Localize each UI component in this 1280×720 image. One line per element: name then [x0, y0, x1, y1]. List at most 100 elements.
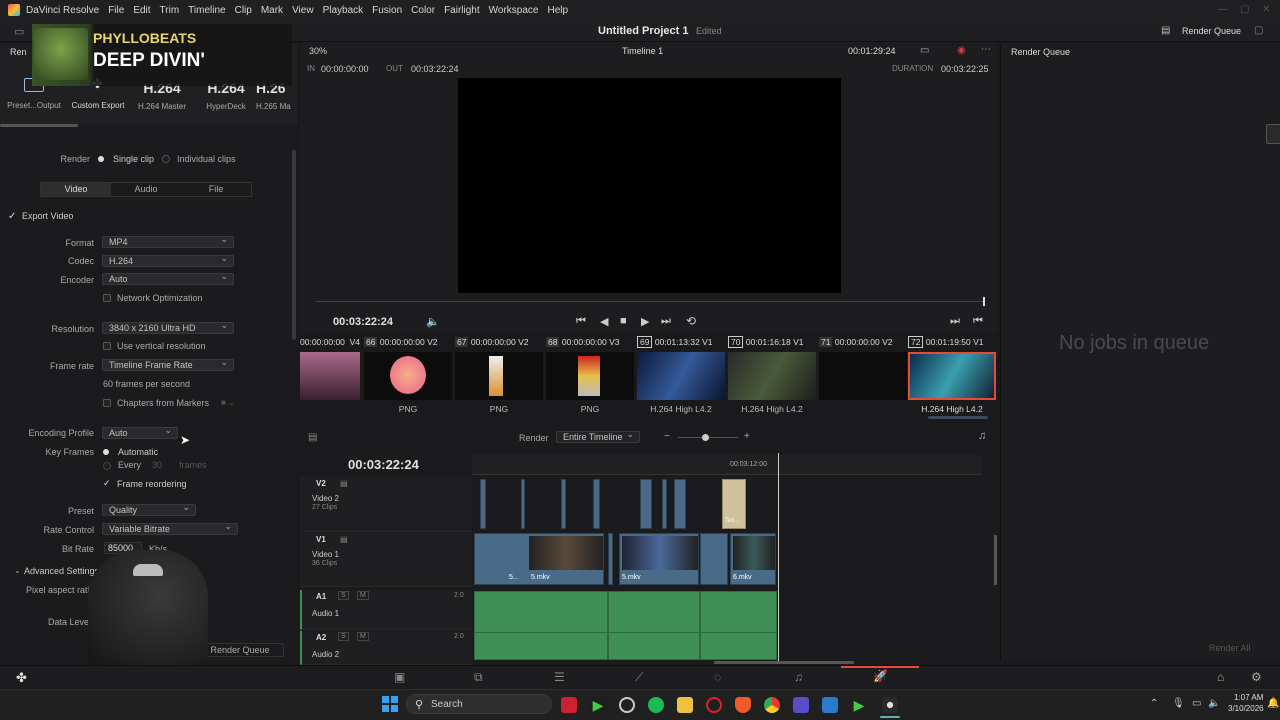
more-options-icon[interactable]: ⋯ [981, 44, 991, 55]
render-range-select[interactable]: Entire Timeline [556, 429, 640, 443]
sync-icon[interactable]: ◉ [957, 45, 966, 56]
frame-reordering-check-icon[interactable]: ✓ [103, 478, 111, 489]
deliver-page-icon[interactable]: 🚀 [873, 669, 888, 683]
advanced-settings-toggle[interactable]: Advanced Settings [24, 566, 99, 576]
zoom-in-icon[interactable]: + [744, 431, 750, 442]
video-viewer[interactable] [458, 78, 841, 293]
track-film-icon[interactable]: ▤ [340, 535, 348, 544]
clip-item[interactable]: 66 00:00:00:00 V2 PNG [364, 335, 454, 417]
render-queue-edit-icon[interactable] [1266, 124, 1280, 144]
color-page-icon[interactable]: ◌ [714, 670, 721, 684]
home-icon[interactable]: ⌂ [1217, 670, 1224, 684]
timeline-clip[interactable]: 5... 5.mkv [474, 533, 604, 585]
chapters-checkbox[interactable] [103, 399, 111, 407]
timeline-v-scrollbar[interactable] [994, 535, 997, 585]
menu-timeline[interactable]: Timeline [188, 5, 225, 16]
menu-workspace[interactable]: Workspace [489, 5, 539, 16]
timeline-clip[interactable] [700, 533, 728, 585]
mute-button[interactable]: M [357, 632, 369, 641]
taskbar-obs-icon[interactable] [619, 697, 635, 713]
menu-mark[interactable]: Mark [261, 5, 283, 16]
add-to-render-queue-button[interactable]: Render Queue [196, 643, 284, 657]
timeline-clip[interactable] [521, 479, 525, 529]
timeline-name[interactable]: Timeline 1 [622, 46, 663, 56]
taskbar-grid-app-icon[interactable] [793, 697, 809, 713]
network-optimization-checkbox[interactable] [103, 294, 111, 302]
mute-button[interactable]: M [357, 591, 369, 600]
taskbar-resolve-icon[interactable] [882, 697, 898, 713]
menu-view[interactable]: View [292, 5, 314, 16]
maximize-icon[interactable]: ▢ [1240, 4, 1249, 15]
presets-scrollbar[interactable] [0, 124, 78, 127]
encoding-profile-select[interactable]: Auto [102, 425, 178, 439]
settings-scrollbar[interactable] [292, 150, 296, 340]
single-clip-radio[interactable] [98, 156, 104, 162]
play-reverse-icon[interactable]: ◀ [600, 315, 608, 328]
encoder-select[interactable]: Auto [102, 271, 234, 285]
fusion-page-icon[interactable]: ⟋ [635, 670, 643, 685]
clip-item[interactable]: 00:00:00:00 V4 [300, 335, 362, 417]
track-header-a1[interactable]: A1 S M 2.0 Audio 1 [300, 590, 472, 630]
timeline-clip[interactable] [561, 479, 566, 529]
resolution-select[interactable]: 3840 x 2160 Ultra HD [102, 320, 234, 334]
tab-video[interactable]: Video [41, 183, 111, 196]
edit-page-icon[interactable]: ☰ [554, 670, 565, 684]
marker-color-icon[interactable]: ■ ⌄ [221, 398, 235, 407]
loop-icon[interactable]: ⟲ [686, 314, 696, 328]
taskbar-spotify-icon[interactable] [648, 697, 664, 713]
individual-clips-radio[interactable] [162, 155, 170, 163]
clip-strip-scrollbar[interactable] [928, 416, 988, 419]
timeline-playhead[interactable] [778, 453, 779, 663]
scrubber-bar[interactable] [316, 301, 984, 302]
jump-start-icon[interactable]: ⏮ [576, 315, 586, 328]
track-header-a2[interactable]: A2 S M 2.0 Audio 2 [300, 631, 472, 665]
timeline-clip[interactable] [593, 479, 600, 529]
clip-item[interactable]: 69 00:01:13:32 V1 H.264 High L4.2 [637, 335, 727, 417]
prev-clip-icon[interactable]: ⏮ [973, 315, 983, 328]
minimize-icon[interactable]: — [1218, 4, 1228, 15]
layout-icon[interactable]: ▭ [14, 25, 24, 38]
audio-clip[interactable] [700, 591, 777, 633]
settings-gear-icon[interactable]: ⚙ [1251, 670, 1262, 684]
timeline-clip[interactable] [674, 479, 686, 529]
clock-time[interactable]: 1:07 AM [1234, 693, 1263, 702]
chevron-down-icon[interactable]: ⌄ [14, 566, 21, 575]
fairlight-page-icon[interactable]: ♫ [794, 670, 803, 684]
menu-color[interactable]: Color [411, 5, 435, 16]
audio-clip[interactable] [700, 632, 777, 660]
menu-clip[interactable]: Clip [235, 5, 252, 16]
audio-clip[interactable] [608, 632, 700, 660]
viewer-layout-icon[interactable]: ▭ [920, 45, 929, 56]
taskbar-files-icon[interactable] [677, 697, 693, 713]
taskbar-editor-icon[interactable] [822, 697, 838, 713]
menu-file[interactable]: File [108, 5, 124, 16]
track-film-icon[interactable]: ▤ [340, 479, 348, 488]
timeline-ruler[interactable] [472, 455, 982, 475]
track-header-v1[interactable]: V1 ▤ Video 1 36 Clips [300, 533, 472, 587]
play-icon[interactable]: ▶ [641, 315, 649, 328]
chat-icon[interactable]: ▢ [1254, 25, 1263, 36]
audio-clip[interactable] [608, 591, 700, 633]
timeline-clip[interactable]: 5.mkv [619, 533, 699, 585]
track-header-v2[interactable]: V2 ▤ Video 2 27 Clips [300, 477, 472, 532]
jump-end-icon[interactable]: ⏭ [661, 315, 671, 328]
clip-item-selected[interactable]: 72 00:01:19:50 V1 H.264 High L4.2 [908, 335, 998, 417]
zoom-out-icon[interactable]: − [664, 431, 670, 442]
clock-date[interactable]: 3/10/2026 [1228, 704, 1264, 713]
menu-fairlight[interactable]: Fairlight [444, 5, 480, 16]
notifications-icon[interactable]: 🔔 [1267, 698, 1279, 709]
menu-playback[interactable]: Playback [323, 5, 364, 16]
media-page-icon[interactable]: ▣ [394, 670, 405, 684]
audio-clip[interactable] [474, 591, 608, 633]
format-select[interactable]: MP4 [102, 234, 234, 248]
timeline-options-icon[interactable]: ▤ [308, 432, 317, 443]
taskbar-media-icon[interactable]: ▶ [851, 697, 867, 713]
taskbar-opera-icon[interactable] [706, 697, 722, 713]
solo-button[interactable]: S [338, 591, 349, 600]
solo-button[interactable]: S [338, 632, 349, 641]
timeline-text-clip[interactable]: Tex... [722, 479, 746, 529]
menu-edit[interactable]: Edit [133, 5, 150, 16]
menu-app[interactable]: DaVinci Resolve [26, 5, 99, 16]
resolve-logo-icon[interactable]: ✤ [16, 670, 27, 686]
tab-file[interactable]: File [181, 183, 251, 196]
